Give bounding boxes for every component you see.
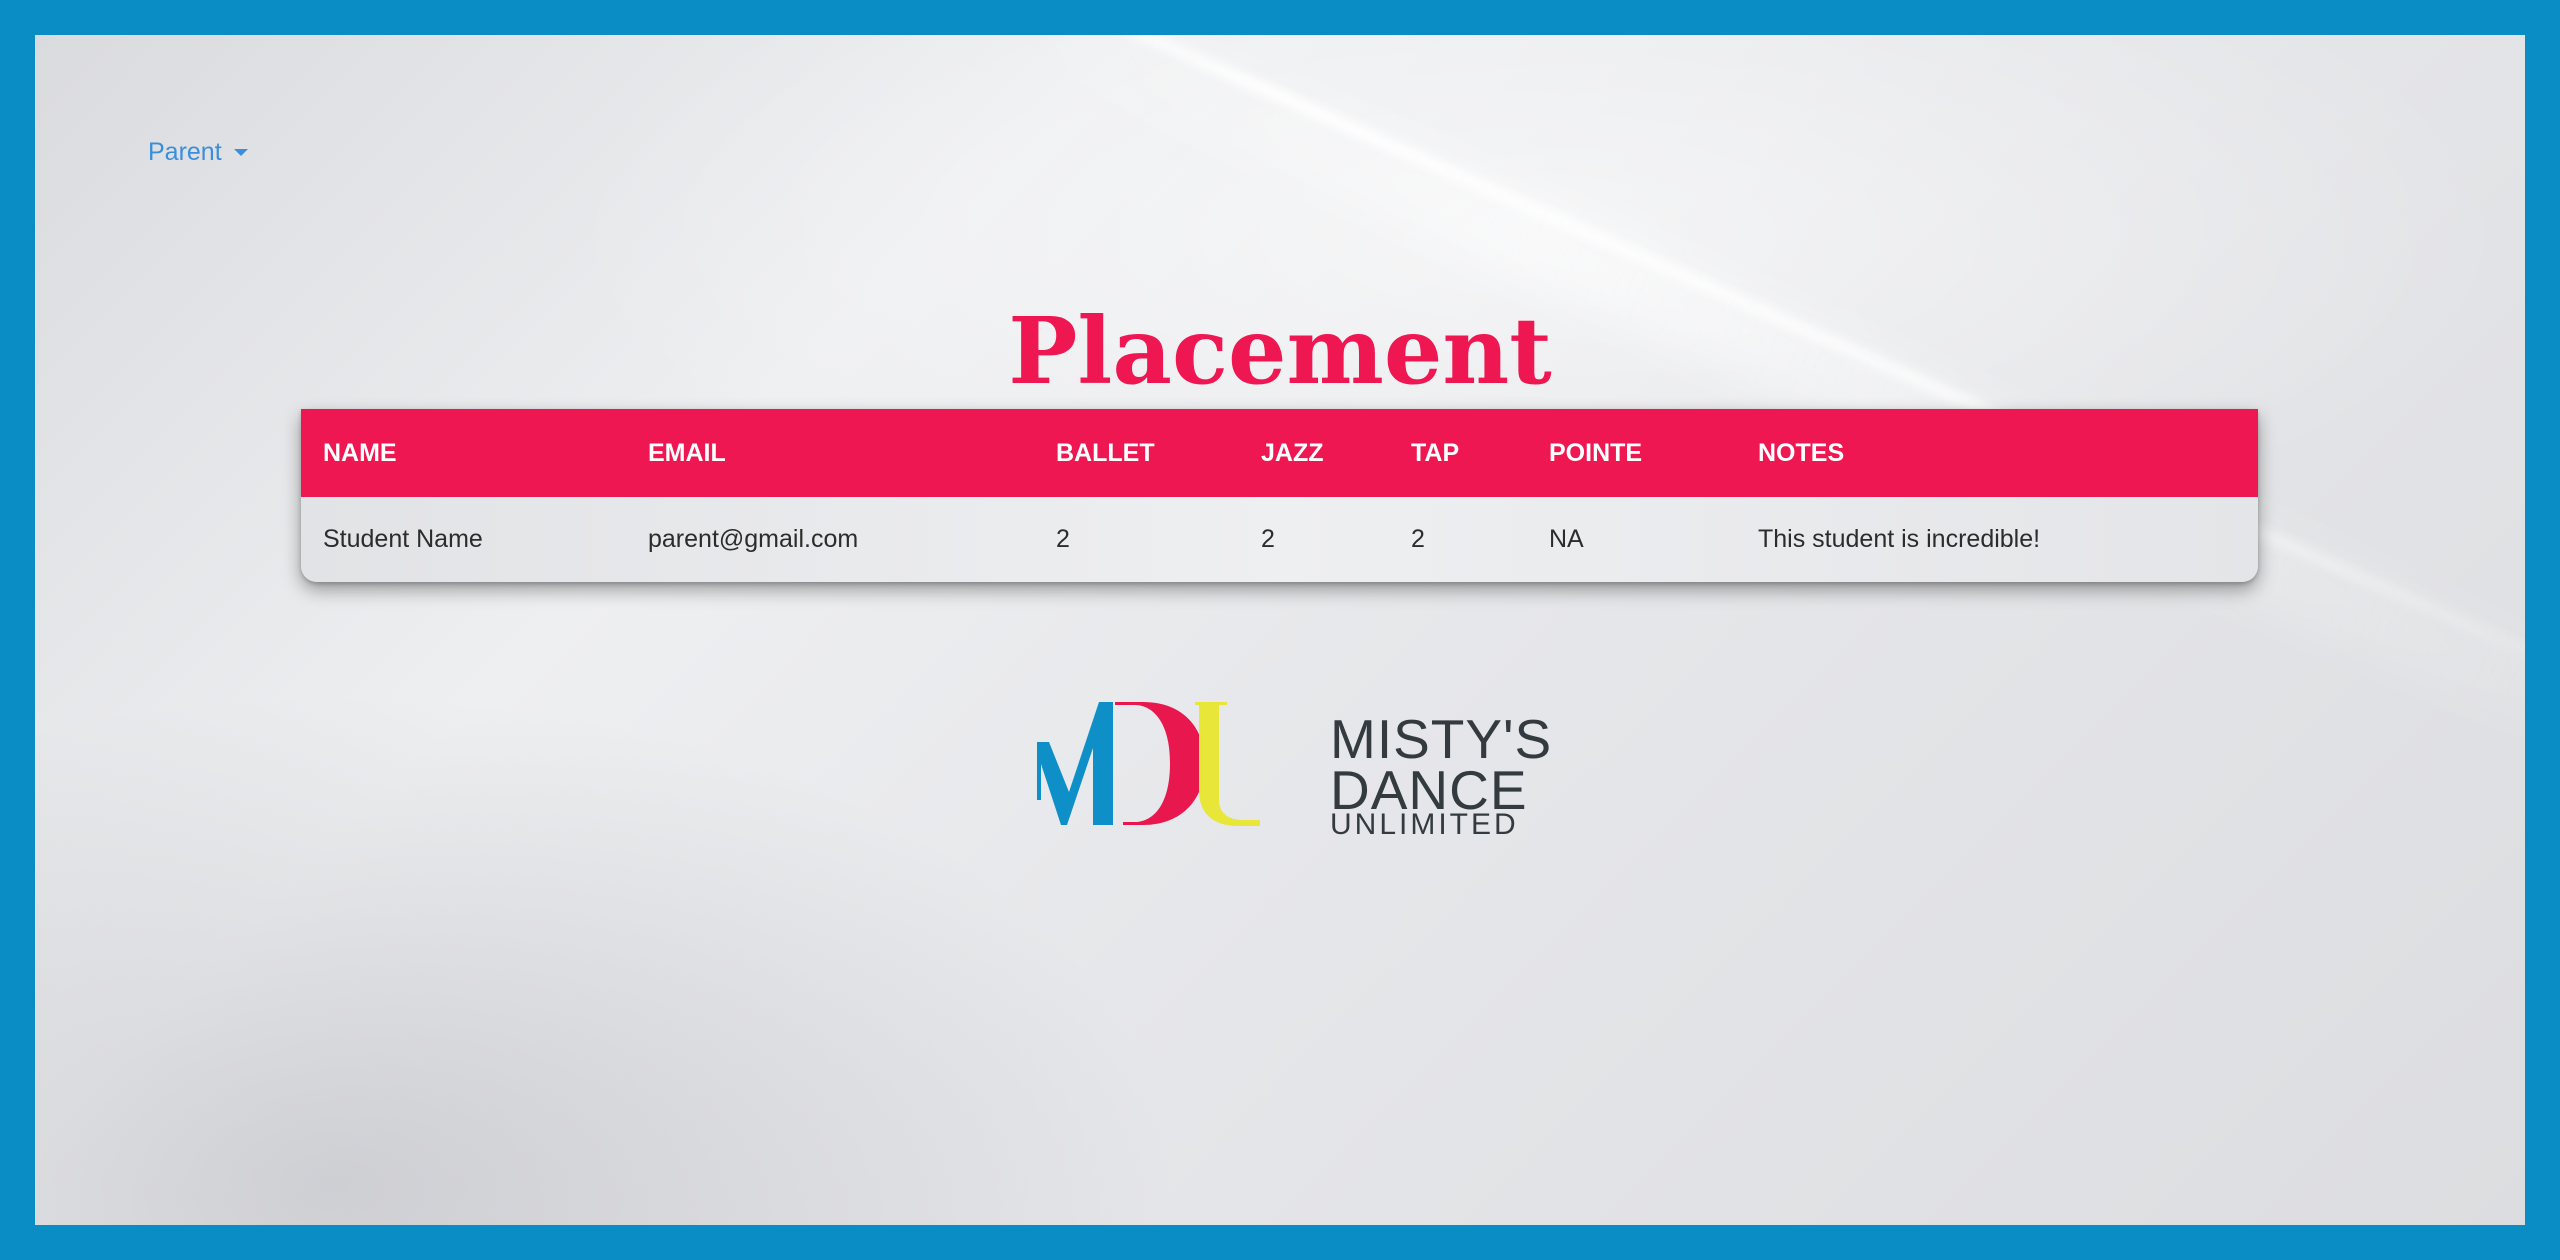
cell-ballet: 2 [1056, 525, 1070, 553]
cell-name: Student Name [323, 525, 483, 553]
table-header-row: NAME EMAIL BALLET JAZZ TAP POINTE NOTES [301, 409, 2258, 497]
page-title: Placement [1008, 297, 1552, 405]
placement-table: NAME EMAIL BALLET JAZZ TAP POINTE NOTES … [301, 409, 2258, 582]
cell-tap: 2 [1411, 525, 1425, 553]
column-header-jazz[interactable]: JAZZ [1239, 409, 1389, 497]
column-header-notes[interactable]: NOTES [1736, 409, 2258, 497]
mdu-monogram-icon [1037, 702, 1260, 826]
parent-dropdown[interactable]: Parent [148, 138, 248, 167]
page-frame: Parent Placement NAME EMAIL BALLET JAZZ … [0, 0, 2560, 1260]
column-header-name[interactable]: NAME [301, 409, 626, 497]
logo-line-unlimited: UNLIMITED [1330, 808, 1519, 841]
placement-table-card: NAME EMAIL BALLET JAZZ TAP POINTE NOTES … [301, 409, 2258, 582]
mdu-logo: MISTY'S DANCE UNLIMITED [1035, 660, 1551, 840]
table-row[interactable]: Student Name parent@gmail.com 2 2 2 NA T… [301, 497, 2258, 582]
column-header-tap[interactable]: TAP [1389, 409, 1527, 497]
column-header-ballet[interactable]: BALLET [1034, 409, 1239, 497]
caret-down-icon [233, 149, 248, 156]
parent-dropdown-label: Parent [148, 138, 222, 166]
cell-jazz: 2 [1261, 525, 1275, 553]
cell-notes: This student is incredible! [1758, 525, 2041, 553]
column-header-pointe[interactable]: POINTE [1527, 409, 1736, 497]
column-header-email[interactable]: EMAIL [626, 409, 1034, 497]
page-canvas: Parent Placement NAME EMAIL BALLET JAZZ … [35, 35, 2525, 1225]
cell-pointe: NA [1549, 525, 1584, 553]
cell-email: parent@gmail.com [648, 525, 859, 553]
